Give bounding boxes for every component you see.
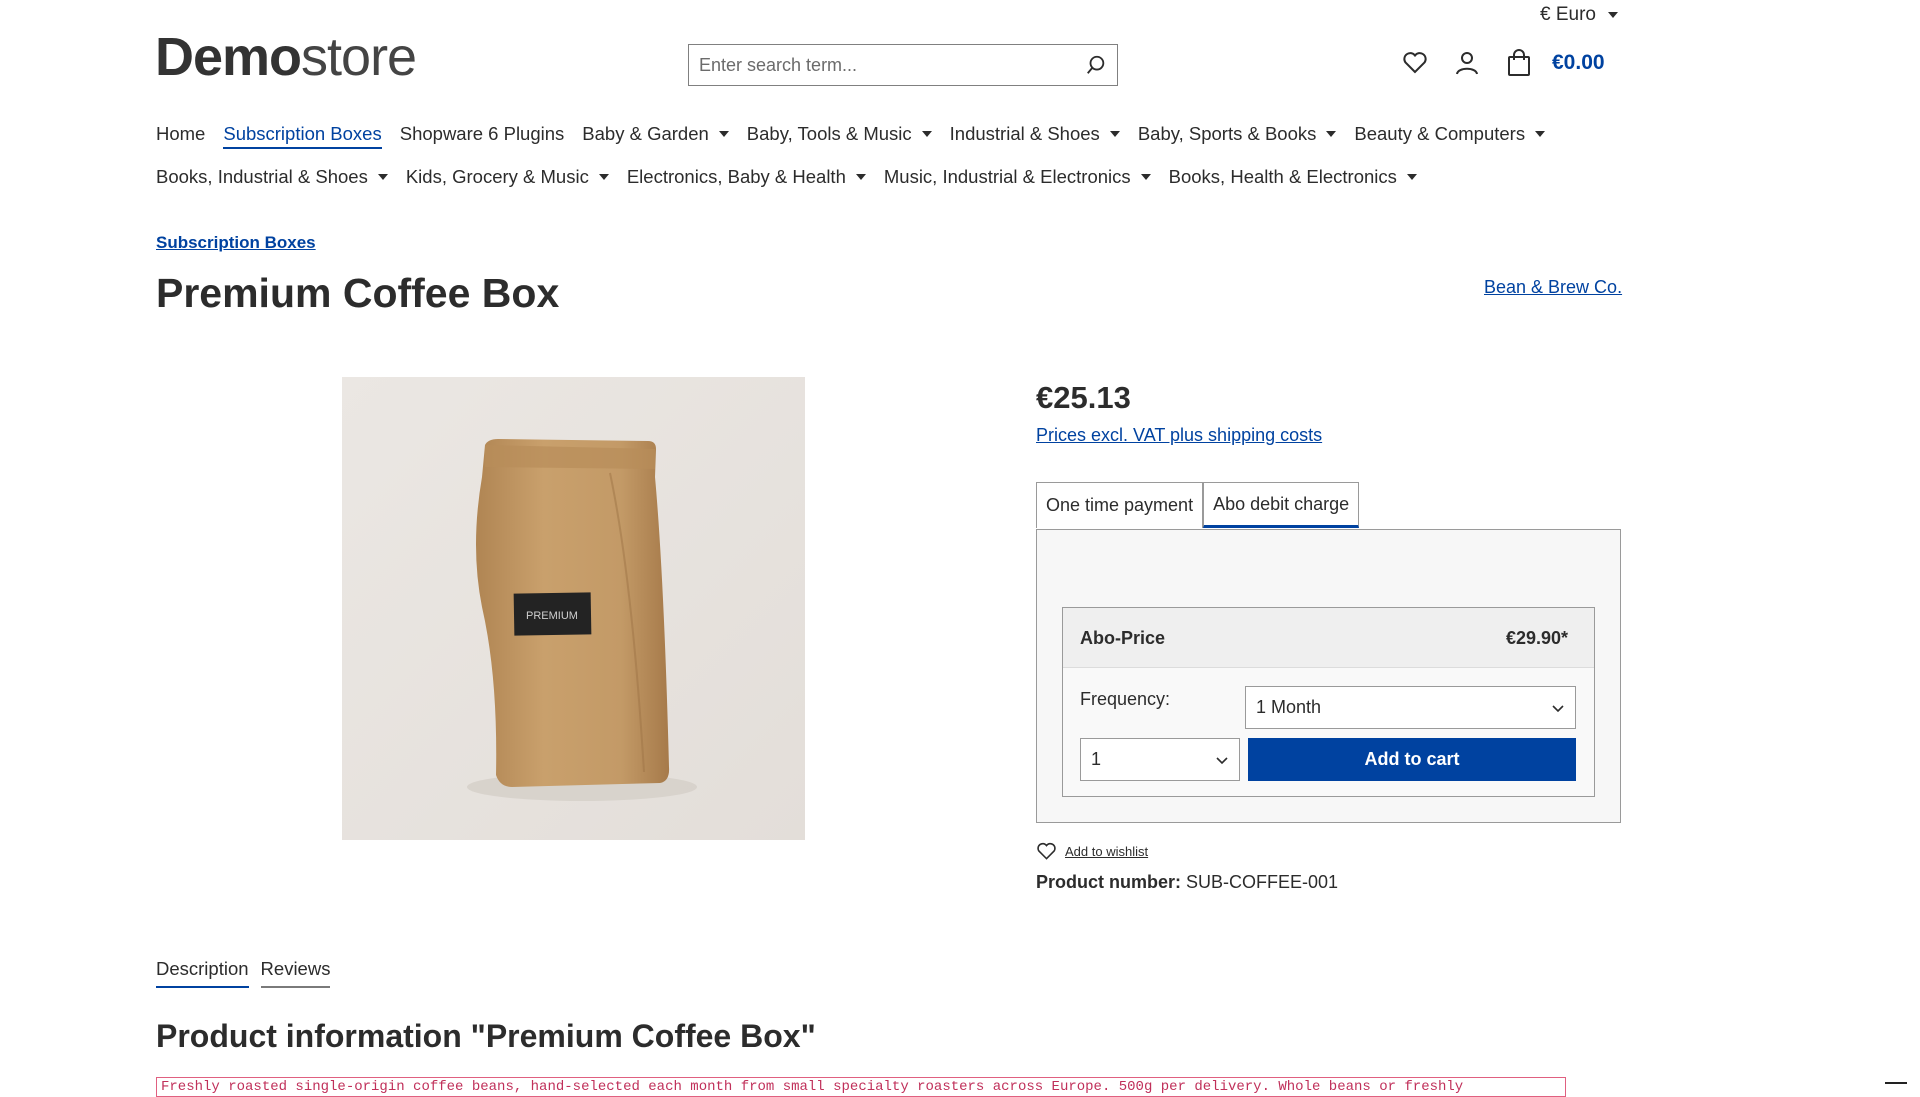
product-number-value: SUB-COFFEE-001 (1186, 872, 1339, 892)
nav-item-label: Electronics, Baby & Health (626, 166, 846, 187)
cart-bag-icon (1508, 49, 1530, 76)
tab-abo-debit-charge[interactable]: Abo debit charge (1203, 482, 1360, 528)
quantity-value: 1 (1091, 749, 1102, 769)
nav-item-subscription-boxes[interactable]: Subscription Boxes (223, 123, 382, 149)
nav-item-electronics-baby-health[interactable]: Electronics, Baby & Health (627, 166, 866, 192)
search-button[interactable] (1075, 45, 1117, 85)
chevron-down-icon (1406, 174, 1417, 180)
breadcrumb[interactable]: Subscription Boxes (156, 233, 316, 253)
chevron-down-icon (855, 174, 866, 180)
nav-item-label: Home (156, 123, 206, 144)
heart-icon (1037, 842, 1056, 860)
chevron-down-icon (1109, 131, 1120, 137)
chevron-down-icon (921, 131, 932, 137)
nav-item-kids-grocery-music[interactable]: Kids, Grocery & Music (406, 166, 609, 192)
store-logo[interactable]: Demostore (155, 27, 417, 87)
logo-light-text: store (301, 27, 417, 87)
nav-item-baby-garden[interactable]: Baby & Garden (582, 123, 729, 149)
user-icon (1456, 52, 1478, 75)
chevron-down-icon (718, 131, 729, 137)
frequency-value: 1 Month (1256, 697, 1322, 717)
chevron-down-icon (1326, 131, 1337, 137)
product-number-label: Product number: (1036, 872, 1182, 892)
search-input[interactable] (689, 46, 1075, 84)
nav-item-beauty-computers[interactable]: Beauty & Computers (1354, 123, 1546, 149)
chevron-down-icon (1216, 756, 1228, 764)
nav-item-label: Beauty & Computers (1354, 123, 1526, 144)
wishlist-label: Add to wishlist (1065, 844, 1149, 859)
nav-item-label: Baby & Garden (582, 123, 709, 144)
add-to-cart-button[interactable]: Add to cart (1248, 738, 1576, 781)
add-to-wishlist-link[interactable]: Add to wishlist (1036, 842, 1148, 861)
scroll-indicator (1885, 1082, 1907, 1084)
nav-item-label: Books, Health & Electronics (1168, 166, 1397, 187)
tab-description[interactable]: Description (156, 958, 249, 988)
nav-item-label: Music, Industrial & Electronics (883, 166, 1131, 187)
coffee-bag-illustration: PREMIUM (342, 377, 805, 840)
page-title: Premium Coffee Box (156, 270, 560, 316)
nav-item-home[interactable]: Home (156, 123, 205, 149)
currency-switcher[interactable]: € Euro (1540, 4, 1618, 26)
nav-item-industrial-shoes[interactable]: Industrial & Shoes (950, 123, 1120, 149)
manufacturer-link[interactable]: Bean & Brew Co. (1484, 277, 1622, 298)
nav-item-music-industrial-electronics[interactable]: Music, Industrial & Electronics (884, 166, 1151, 192)
chevron-down-icon (1552, 704, 1564, 712)
currency-label: € Euro (1540, 4, 1596, 25)
nav-item-shopware-plugins[interactable]: Shopware 6 Plugins (400, 123, 565, 149)
payment-tabs: One time payment Abo debit charge (1036, 482, 1360, 528)
product-image[interactable]: PREMIUM (342, 377, 805, 840)
nav-item-books-industrial-shoes[interactable]: Books, Industrial & Shoes (156, 166, 388, 192)
nav-item-baby-tools-music[interactable]: Baby, Tools & Music (747, 123, 932, 149)
main-nav-row-2: Books, Industrial & Shoes Kids, Grocery … (156, 166, 1606, 192)
detail-tabs: Description Reviews (156, 958, 331, 988)
product-info-title: Product information "Premium Coffee Box" (156, 1018, 816, 1054)
nav-item-books-health-electronics[interactable]: Books, Health & Electronics (1169, 166, 1417, 192)
nav-item-label: Industrial & Shoes (949, 123, 1100, 144)
frequency-label: Frequency: (1080, 689, 1171, 709)
nav-item-label: Baby, Tools & Music (746, 123, 912, 144)
chevron-down-icon (1535, 131, 1546, 137)
cart-button[interactable] (1504, 48, 1534, 78)
logo-bold-text: Demo (155, 27, 302, 87)
frequency-select[interactable]: 1 Month (1245, 686, 1576, 729)
vat-shipping-link[interactable]: Prices excl. VAT plus shipping costs (1036, 425, 1322, 446)
abo-price-value: €29.90* (1506, 628, 1569, 648)
cart-total[interactable]: €0.00 (1552, 51, 1605, 75)
chevron-down-icon (598, 174, 609, 180)
nav-item-label: Subscription Boxes (223, 123, 382, 144)
chevron-down-icon (1607, 12, 1618, 18)
nav-item-baby-sports-books[interactable]: Baby, Sports & Books (1138, 123, 1337, 149)
tab-one-time-payment[interactable]: One time payment (1036, 482, 1204, 528)
wishlist-button[interactable] (1400, 48, 1430, 78)
chevron-down-icon (1140, 174, 1151, 180)
heart-icon (1403, 52, 1427, 74)
nav-item-label: Shopware 6 Plugins (399, 123, 565, 144)
bag-label-text: PREMIUM (526, 610, 578, 622)
account-button[interactable] (1452, 48, 1482, 78)
nav-item-label: Baby, Sports & Books (1137, 123, 1317, 144)
product-number: Product number: SUB-COFFEE-001 (1036, 872, 1338, 893)
nav-item-label: Books, Industrial & Shoes (156, 166, 368, 187)
tab-reviews[interactable]: Reviews (260, 958, 331, 988)
header-actions: €0.00 (1400, 48, 1605, 78)
quantity-select[interactable]: 1 (1080, 738, 1240, 781)
search-icon (1087, 55, 1105, 74)
main-nav-row-1: Home Subscription Boxes Shopware 6 Plugi… (156, 123, 1606, 149)
chevron-down-icon (377, 174, 388, 180)
abo-price-label: Abo-Price (1080, 628, 1166, 648)
description-text: Freshly roasted single-origin coffee bea… (156, 1077, 1566, 1097)
nav-item-label: Kids, Grocery & Music (405, 166, 589, 187)
product-price: €25.13 (1036, 380, 1131, 415)
search-bar (688, 44, 1118, 86)
